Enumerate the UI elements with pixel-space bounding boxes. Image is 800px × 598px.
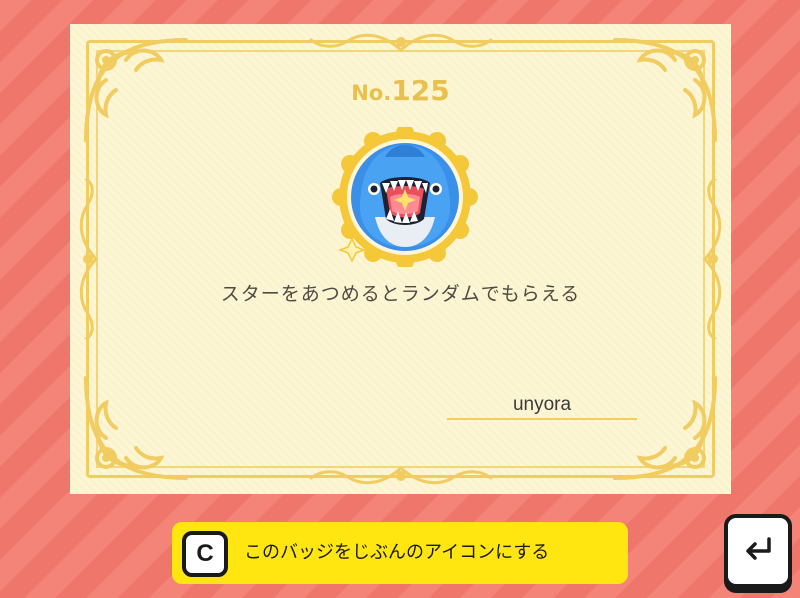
badge-number-value: 125 [391,74,450,107]
badge-number: No.125 [70,74,731,107]
badge-number-prefix: No. [351,81,392,105]
top-ornament [309,33,492,52]
badge-description: スターをあつめるとランダムでもらえる [220,283,581,305]
badge-medal [330,124,480,270]
badge-certificate: No.125 スターをあつめるとランダムでもらえる unyora [70,24,731,494]
corner-ornament [84,376,188,480]
c-key-icon: C [182,531,228,577]
owner-name: unyora [447,394,637,420]
enter-return-icon [746,537,771,560]
side-ornament [703,179,722,339]
corner-ornament [613,376,717,480]
set-as-icon-button[interactable]: C このバッジをじぶんのアイコンにする [172,522,628,584]
side-ornament [79,179,98,339]
bottom-ornament [309,466,492,485]
set-as-icon-label: このバッジをじぶんのアイコンにする [244,542,550,563]
enter-button[interactable] [724,514,792,588]
shark-icon [332,124,478,270]
